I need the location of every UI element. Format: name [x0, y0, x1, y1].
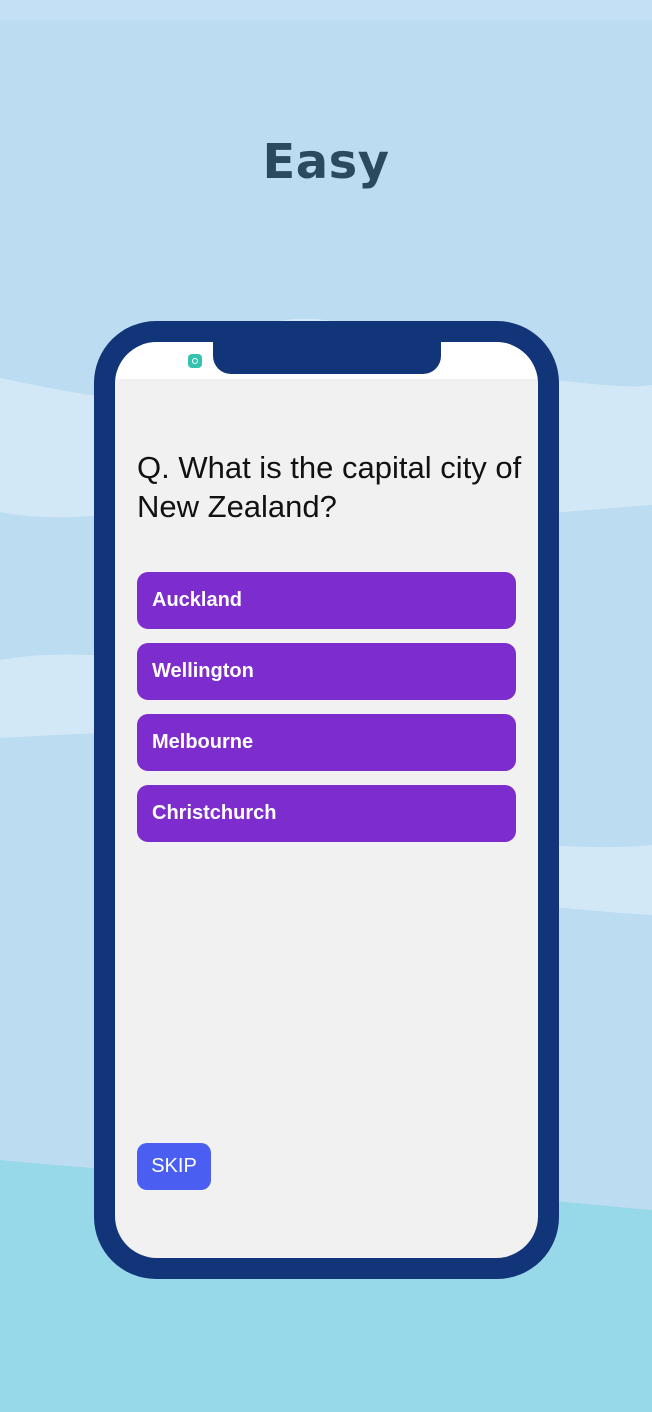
- level-title: Easy: [262, 134, 390, 190]
- answer-button-christchurch[interactable]: Christchurch: [137, 785, 516, 842]
- answer-list: Auckland Wellington Melbourne Christchur…: [137, 572, 516, 856]
- status-bar: [115, 342, 538, 379]
- answer-button-auckland[interactable]: Auckland: [137, 572, 516, 629]
- phone-screen: Q. What is the capital city of New Zeala…: [115, 342, 538, 1258]
- app-notification-icon: [188, 354, 202, 368]
- answer-button-wellington[interactable]: Wellington: [137, 643, 516, 700]
- question-text: Q. What is the capital city of New Zeala…: [137, 450, 522, 524]
- answer-button-melbourne[interactable]: Melbourne: [137, 714, 516, 771]
- phone-frame: Q. What is the capital city of New Zeala…: [94, 321, 559, 1279]
- skip-button[interactable]: SKIP: [137, 1143, 211, 1190]
- phone-notch: [213, 342, 441, 374]
